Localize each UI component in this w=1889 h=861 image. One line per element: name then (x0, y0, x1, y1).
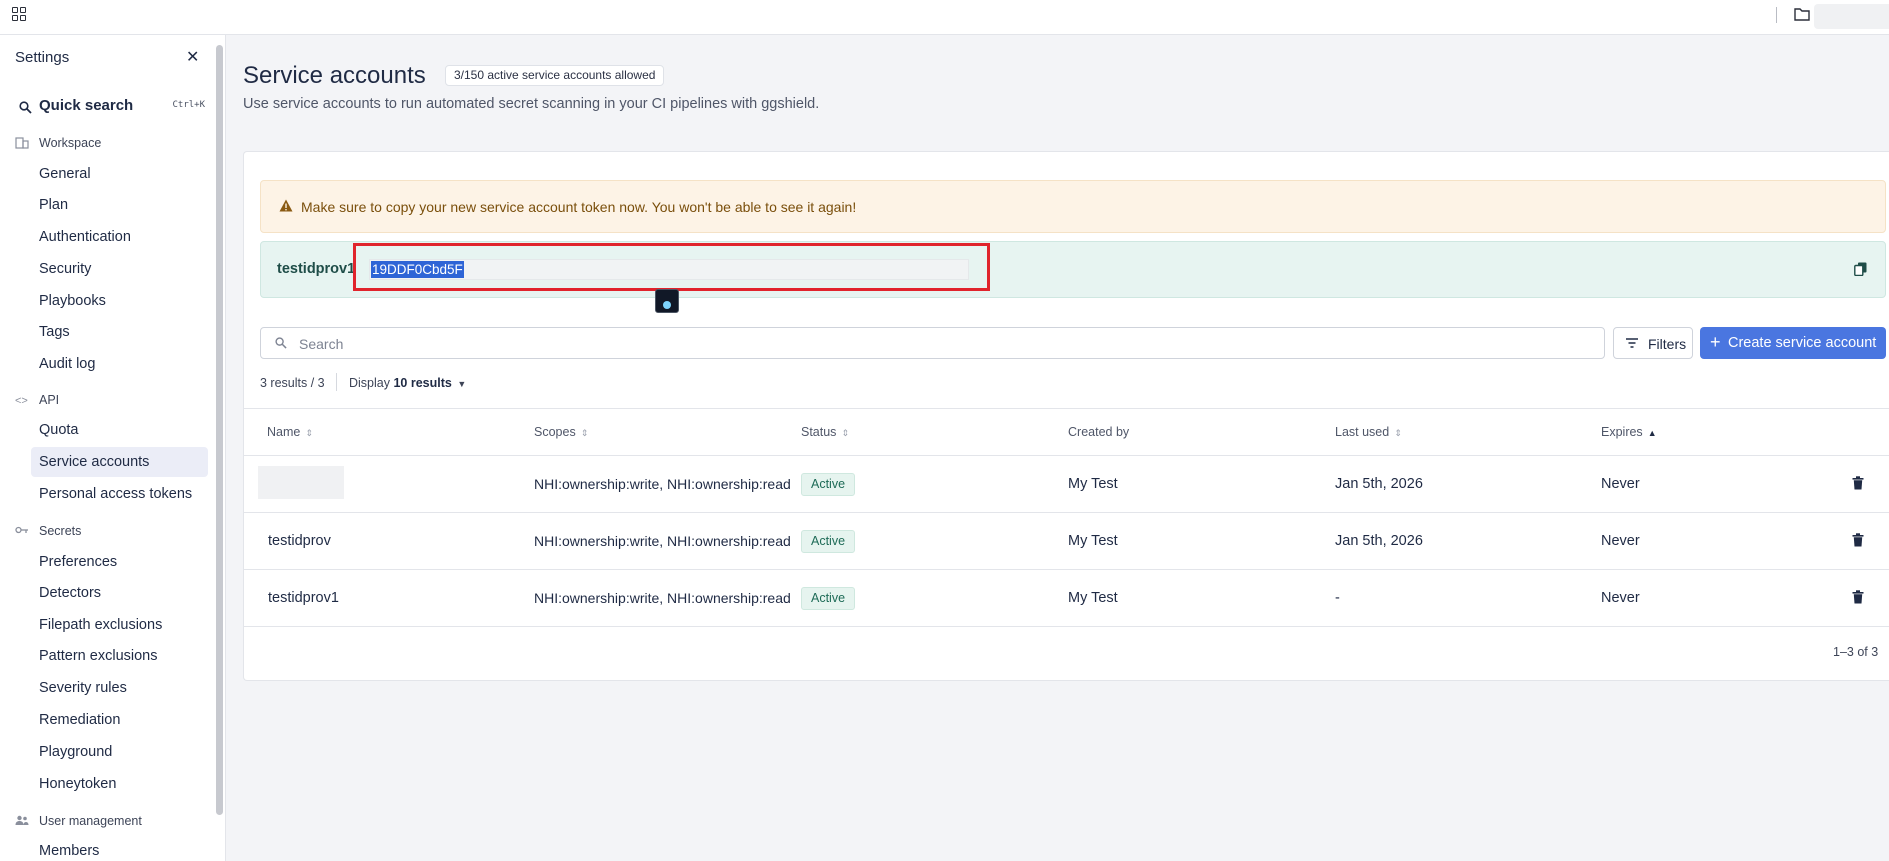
warning-icon (279, 199, 293, 217)
row-expires: Never (1601, 533, 1640, 549)
row-last-used: - (1335, 590, 1340, 606)
warning-text: Make sure to copy your new service accou… (301, 199, 857, 215)
status-badge: Active (801, 587, 856, 610)
row-name: testidprov1 (268, 590, 339, 606)
results-summary: 3 results / 3 (260, 376, 325, 390)
row-expires: Never (1601, 476, 1640, 492)
sidebar-item-audit-log[interactable]: Audit log (31, 349, 208, 379)
token-account-name: testidprov1 (277, 261, 356, 277)
chevron-down-icon: ▼ (457, 379, 467, 389)
row-scopes: NHI:ownership:write, NHI:ownership:read (534, 590, 791, 606)
top-bar (0, 0, 1889, 35)
sort-icon: ⇕ (305, 427, 313, 438)
display-count-value: 10 results (393, 376, 452, 390)
sidebar-item-remediation[interactable]: Remediation (31, 705, 208, 735)
create-service-account-button[interactable]: + Create service account (1700, 327, 1886, 359)
row-last-used: Jan 5th, 2026 (1335, 476, 1423, 492)
column-created-by: Created by (1068, 425, 1130, 439)
sidebar-item-quota[interactable]: Quota (31, 415, 208, 445)
sidebar-title: Settings (15, 49, 70, 66)
row-created-by: My Test (1068, 476, 1118, 492)
column-scopes[interactable]: Scopes ⇕ (534, 425, 588, 439)
sort-icon: ⇕ (1394, 427, 1402, 438)
column-expires[interactable]: Expires ▲ (1601, 425, 1657, 439)
sidebar-item-security[interactable]: Security (31, 254, 208, 284)
sort-ascending-icon: ▲ (1647, 427, 1657, 438)
filters-label: Filters (1648, 336, 1687, 352)
settings-sidebar: Settings ✕ Quick search Ctrl+K Workspace… (0, 35, 226, 861)
folder-icon[interactable] (1794, 7, 1810, 26)
sidebar-item-severity-rules[interactable]: Severity rules (31, 673, 208, 703)
users-icon (15, 815, 29, 829)
sidebar-item-tags[interactable]: Tags (31, 317, 208, 347)
table-row[interactable]: testidprov NHI:ownership:write, NHI:owne… (244, 513, 1889, 570)
column-name[interactable]: Name ⇕ (267, 425, 313, 439)
sidebar-item-honeytoken[interactable]: Honeytoken (31, 769, 208, 799)
results-divider (336, 373, 337, 391)
status-badge: Active (801, 473, 856, 496)
key-icon (15, 525, 29, 539)
sidebar-item-members[interactable]: Members (31, 836, 208, 861)
search-box[interactable] (260, 327, 1605, 359)
row-scopes: NHI:ownership:write, NHI:ownership:read (534, 533, 791, 549)
trash-icon[interactable] (1852, 533, 1864, 552)
sidebar-item-playbooks[interactable]: Playbooks (31, 286, 208, 316)
sort-icon: ⇕ (841, 427, 849, 438)
display-count-select[interactable]: Display 10 results ▼ (349, 376, 466, 390)
sidebar-item-preferences[interactable]: Preferences (31, 547, 208, 577)
row-last-used: Jan 5th, 2026 (1335, 533, 1423, 549)
sidebar-scrollbar[interactable] (216, 45, 223, 815)
table-header: Name ⇕ Scopes ⇕ Status ⇕ Created by Last us… (244, 408, 1889, 456)
sidebar-item-personal-access-tokens[interactable]: Personal access tokens (31, 479, 208, 509)
redacted-name (258, 466, 344, 499)
row-created-by: My Test (1068, 590, 1118, 606)
plus-icon: + (1710, 332, 1721, 352)
sidebar-item-service-accounts[interactable]: Service accounts (31, 447, 208, 477)
sidebar-item-filepath-exclusions[interactable]: Filepath exclusions (31, 610, 208, 640)
building-icon (15, 137, 29, 151)
sidebar-item-playground[interactable]: Playground (31, 737, 208, 767)
column-last-used[interactable]: Last used ⇕ (1335, 425, 1402, 439)
close-icon[interactable]: ✕ (186, 47, 199, 67)
sidebar-item-plan[interactable]: Plan (31, 190, 208, 220)
page-subtitle: Use service accounts to run automated se… (243, 96, 820, 112)
app-icon (655, 289, 679, 313)
row-created-by: My Test (1068, 533, 1118, 549)
page-title: Service accounts (243, 62, 426, 89)
sidebar-item-general[interactable]: General (31, 159, 208, 189)
trash-icon[interactable] (1852, 590, 1864, 609)
search-icon (275, 337, 287, 349)
copy-icon[interactable] (1854, 262, 1867, 281)
quick-search-button[interactable]: Quick search Ctrl+K (15, 97, 205, 119)
table-row[interactable]: NHI:ownership:write, NHI:ownership:read … (244, 456, 1889, 513)
sidebar-item-detectors[interactable]: Detectors (31, 578, 208, 608)
top-divider (1776, 7, 1777, 23)
column-status[interactable]: Status ⇕ (801, 425, 849, 439)
code-icon: <> (15, 395, 28, 407)
quick-search-shortcut: Ctrl+K (172, 100, 205, 110)
search-input[interactable] (299, 334, 1589, 354)
filter-icon (1626, 338, 1638, 348)
user-avatar[interactable] (1814, 4, 1889, 29)
create-label: Create service account (1728, 335, 1877, 351)
status-badge: Active (801, 530, 856, 553)
table-row[interactable]: testidprov1 NHI:ownership:write, NHI:own… (244, 570, 1889, 627)
token-highlight-annotation (353, 243, 990, 291)
filters-button[interactable]: Filters (1613, 327, 1693, 359)
sidebar-item-authentication[interactable]: Authentication (31, 222, 208, 252)
row-expires: Never (1601, 590, 1640, 606)
row-name: testidprov (268, 533, 331, 549)
sidebar-item-pattern-exclusions[interactable]: Pattern exclusions (31, 641, 208, 671)
trash-icon[interactable] (1852, 476, 1864, 495)
token-warning-alert: Make sure to copy your new service accou… (260, 180, 1886, 233)
search-icon (19, 101, 32, 114)
active-accounts-badge: 3/150 active service accounts allowed (445, 65, 665, 86)
pagination-info: 1–3 of 3 (1833, 645, 1879, 659)
apps-grid-icon[interactable] (12, 7, 26, 21)
sort-icon: ⇕ (580, 427, 589, 438)
quick-search-label: Quick search (39, 97, 134, 114)
row-scopes: NHI:ownership:write, NHI:ownership:read (534, 476, 791, 492)
